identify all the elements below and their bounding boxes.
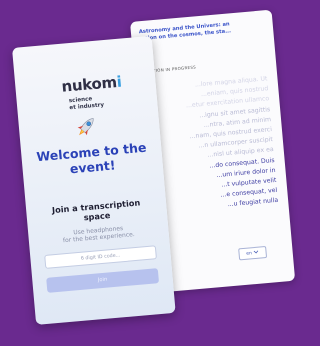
id-code-input[interactable]: 6 digit ID code... [44, 245, 157, 269]
language-select[interactable]: en [238, 245, 268, 261]
tagline: science et industry [69, 95, 105, 112]
logo-suffix: i [115, 72, 123, 91]
nukomi-logo: nukomi [61, 73, 123, 96]
transcription-status: ...TION IN PROGRESS [148, 64, 197, 74]
headphones-hint: Use headphones for the best experience. [36, 222, 161, 248]
welcome-heading: Welcome to the event! [27, 139, 157, 180]
chevron-down-icon [253, 250, 260, 256]
join-button[interactable]: Join [46, 268, 160, 293]
event-title: Astronomy and the Univers: an ...tion on… [139, 18, 264, 43]
logo-text: nukom [60, 73, 118, 96]
join-screen: nukomi science et industry Welcome to th… [12, 35, 176, 325]
transcript-text: ...lore magna aliqua. Ut ...eniam, quis n… [150, 74, 279, 216]
rocket-icon [72, 113, 100, 141]
join-title: Join a transcription space [34, 196, 159, 227]
language-select-label: en [246, 250, 253, 257]
